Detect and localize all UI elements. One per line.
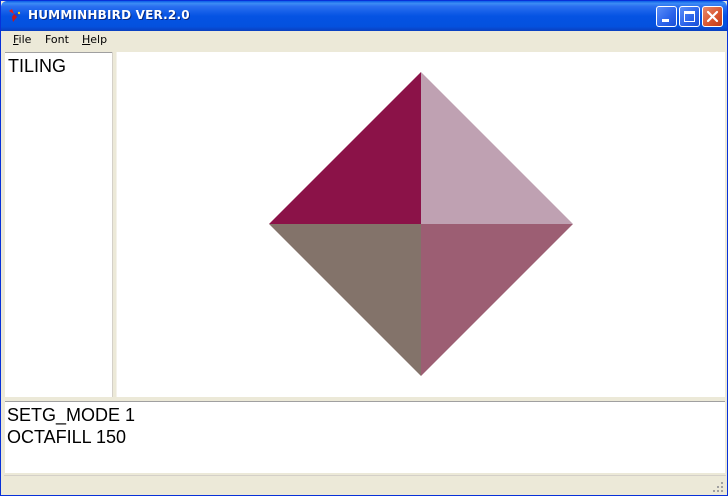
minimize-icon	[662, 19, 669, 22]
close-icon	[706, 10, 719, 23]
diamond-quadrant-bottom-right	[421, 224, 573, 376]
maximize-icon	[684, 11, 695, 22]
title-bar[interactable]: HUMMINHBIRD VER.2.0	[1, 1, 727, 31]
left-panel-label: TILING	[8, 56, 67, 76]
command-console[interactable]: SETG_MODE 1 OCTAFILL 150	[5, 402, 725, 473]
left-panel[interactable]: TILING	[5, 52, 112, 397]
menu-font-label: Font	[45, 33, 69, 46]
console-line: SETG_MODE 1	[7, 405, 136, 425]
diamond-quadrant-top-right	[421, 72, 573, 224]
close-button[interactable]	[702, 6, 723, 27]
status-bar	[4, 475, 726, 495]
hummingbird-app-icon[interactable]	[7, 8, 23, 24]
app-window: HUMMINHBIRD VER.2.0 File Font Help TILIN…	[0, 0, 728, 496]
minimize-button[interactable]	[656, 6, 677, 27]
resize-grip-icon[interactable]	[712, 481, 724, 493]
drawing-canvas[interactable]	[117, 52, 725, 397]
diamond-quadrant-bottom-left	[269, 224, 421, 376]
window-title: HUMMINHBIRD VER.2.0	[28, 8, 190, 22]
menu-file[interactable]: File	[13, 33, 31, 46]
menu-font[interactable]: Font	[45, 33, 69, 46]
diamond-drawing	[269, 72, 573, 376]
menu-bar: File Font Help	[4, 31, 726, 50]
menu-help[interactable]: Help	[82, 33, 107, 46]
maximize-button[interactable]	[679, 6, 700, 27]
diamond-quadrant-top-left	[269, 72, 421, 224]
console-line: OCTAFILL 150	[7, 427, 127, 447]
